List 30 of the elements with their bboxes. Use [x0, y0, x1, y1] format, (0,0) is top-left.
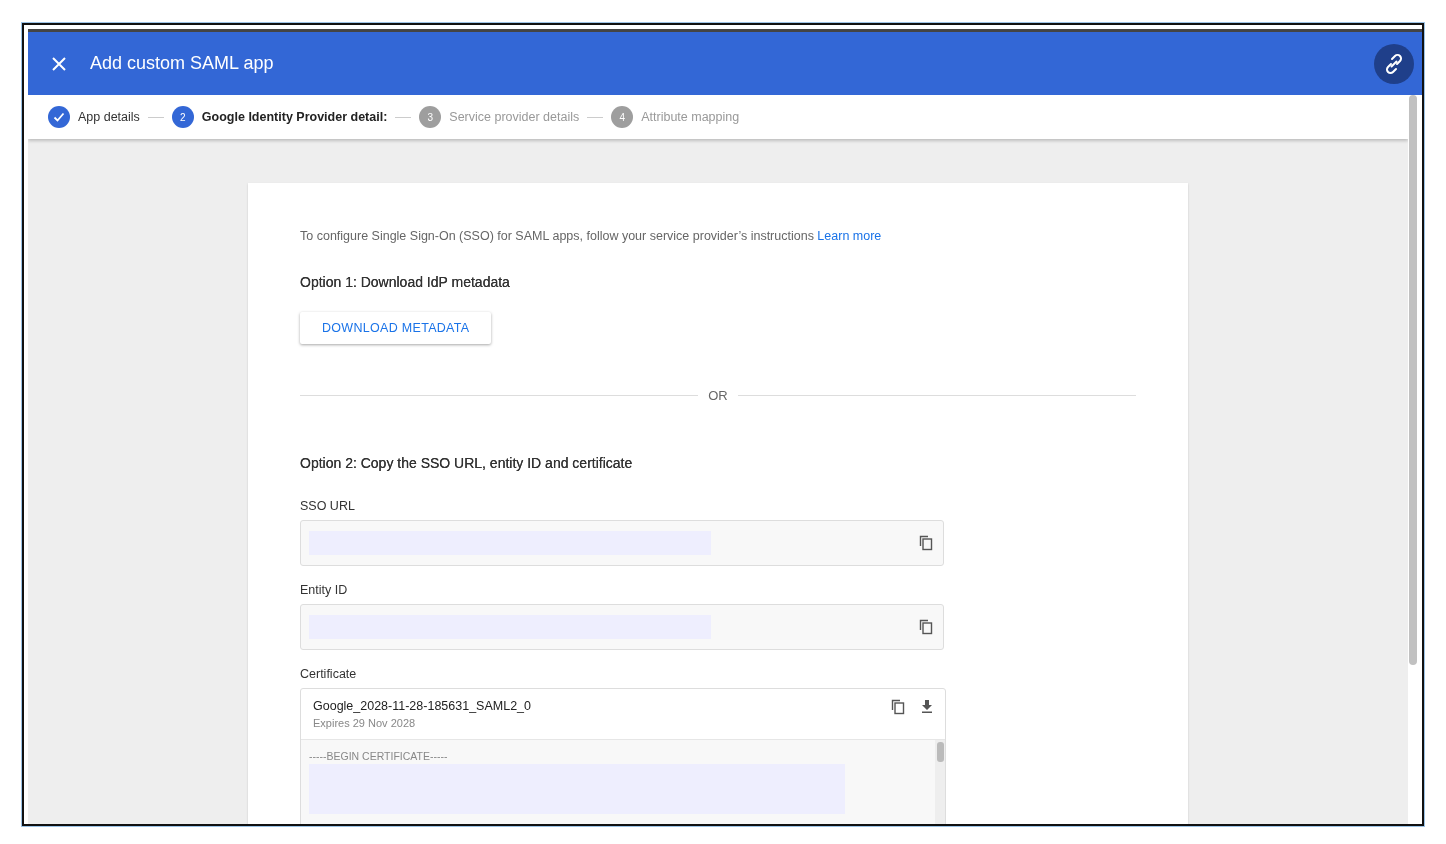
- dialog-title: Add custom SAML app: [90, 53, 275, 74]
- copy-icon[interactable]: [919, 619, 933, 635]
- step-label[interactable]: Google Identity Provider detail:: [201, 110, 388, 124]
- or-label: OR: [708, 388, 728, 403]
- download-icon[interactable]: [921, 699, 933, 713]
- link-button[interactable]: [1374, 43, 1414, 84]
- step-label[interactable]: Service provider details: [449, 110, 580, 124]
- section-heading: Option 2: Copy the SSO URL, entity ID and certificate: [300, 455, 634, 471]
- certificate-name: Google_2028-11-28-185631_SAML2_0: [313, 699, 532, 713]
- step-number: 4: [611, 106, 634, 128]
- intro-text: To configure Single Sign-On (SSO) for SAML apps, follow your service provider’s instructions Learn more: [300, 229, 883, 243]
- field-label: SSO URL: [300, 499, 356, 513]
- read-only-field[interactable]: [300, 520, 944, 566]
- step-number: 2: [171, 106, 194, 128]
- download-metadata-button[interactable]: DOWNLOAD METADATA: [300, 312, 492, 344]
- copy-icon[interactable]: [891, 699, 905, 715]
- step-number: 3: [419, 106, 442, 128]
- field-label: Entity ID: [300, 583, 349, 597]
- close-icon: [52, 56, 66, 71]
- scrollbar-thumb[interactable]: [1409, 95, 1417, 665]
- step-label[interactable]: Attribute mapping: [641, 110, 740, 124]
- section-heading: Option 1: Download IdP metadata: [300, 274, 511, 290]
- field-label: Certificate: [300, 667, 358, 681]
- expiry-date: Expires 29 Nov 2028: [313, 717, 417, 729]
- copy-icon[interactable]: [919, 535, 933, 551]
- certificate-text: -----BEGIN CERTIFICATE-----: [309, 750, 449, 762]
- read-only-field[interactable]: [300, 604, 944, 650]
- scrollbar-thumb[interactable]: [936, 742, 944, 762]
- step-label[interactable]: App details: [78, 110, 140, 124]
- learn-more-link[interactable]: Learn more: [817, 229, 882, 243]
